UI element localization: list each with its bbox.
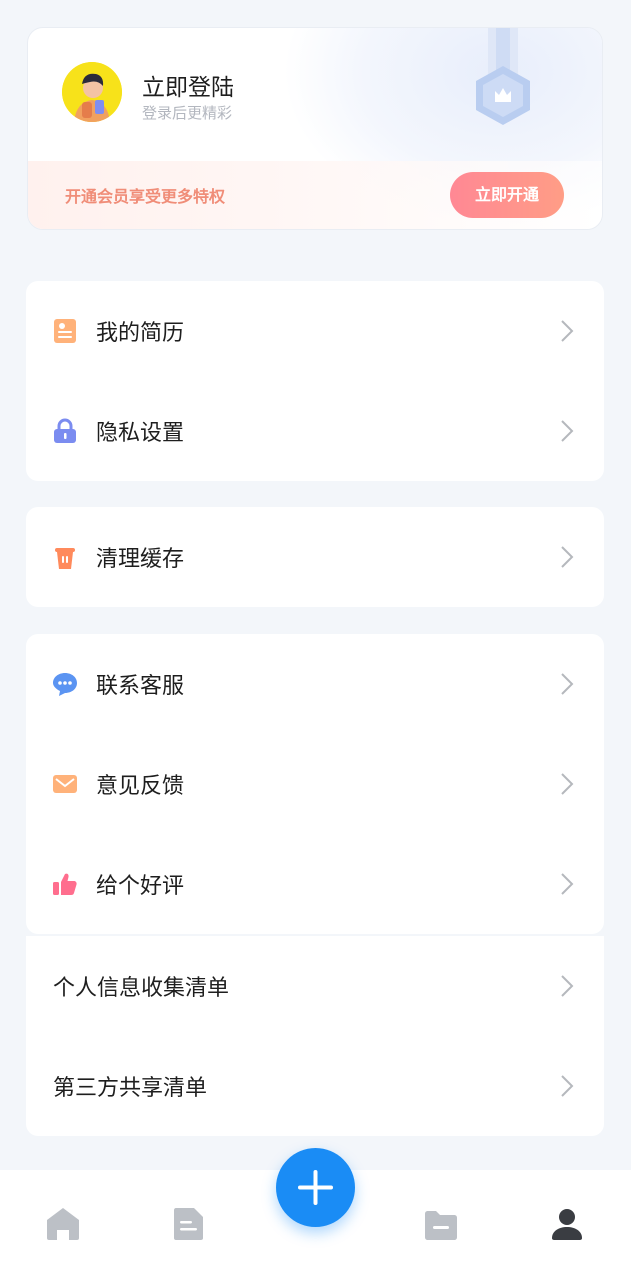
chat-bubble-icon [53,673,77,696]
chevron-right-icon [561,975,574,997]
menu-item-feedback[interactable]: 意见反馈 [26,734,604,834]
chevron-right-icon [561,546,574,568]
medal-icon [476,28,530,125]
menu-label-third-party-list: 第三方共享清单 [53,1076,208,1101]
mail-icon [53,775,77,793]
vip-banner: 开通会员享受更多特权 立即开通 [28,161,602,229]
profile-card[interactable]: 立即登陆 登录后更精彩 开通会员享受更多特权 立即开通 [27,27,603,230]
plus-icon [298,1170,333,1205]
chevron-right-icon [561,420,574,442]
trash-icon [55,548,75,569]
menu-item-third-party-list[interactable]: 第三方共享清单 [26,1036,604,1136]
login-subtitle: 登录后更精彩 [142,104,233,122]
vip-activate-button[interactable]: 立即开通 [450,172,564,218]
folder-icon[interactable] [423,1206,459,1242]
menu-item-customer-service[interactable]: 联系客服 [26,634,604,734]
thumbs-up-icon [53,873,77,895]
user-icon[interactable] [549,1206,585,1242]
menu-label-personal-info-list: 个人信息收集清单 [53,976,230,1001]
avatar[interactable] [62,62,122,122]
home-icon[interactable] [45,1206,81,1242]
resume-icon [54,319,76,343]
vip-promo-text: 开通会员享受更多特权 [65,187,226,206]
document-icon[interactable] [171,1206,207,1242]
lock-icon [54,418,76,443]
menu-item-personal-info-list[interactable]: 个人信息收集清单 [26,936,604,1036]
chevron-right-icon [561,320,574,342]
menu-item-clear-cache[interactable]: 清理缓存 [26,507,604,607]
chevron-right-icon [561,873,574,895]
avatar-illustration [62,62,122,122]
chevron-right-icon [561,1075,574,1097]
menu-item-resume[interactable]: 我的简历 [26,281,604,381]
menu-label-rate: 给个好评 [96,874,185,899]
menu-label-privacy: 隐私设置 [96,421,185,446]
menu-label-customer-service: 联系客服 [96,674,185,699]
menu-label-feedback: 意见反馈 [96,774,185,799]
login-title[interactable]: 立即登陆 [142,68,234,102]
chevron-right-icon [561,773,574,795]
chevron-right-icon [561,673,574,695]
add-button[interactable] [276,1148,355,1227]
menu-item-rate[interactable]: 给个好评 [26,834,604,934]
menu-label-resume: 我的简历 [96,321,185,346]
menu-item-privacy[interactable]: 隐私设置 [26,381,604,481]
menu-label-clear-cache: 清理缓存 [96,547,185,572]
